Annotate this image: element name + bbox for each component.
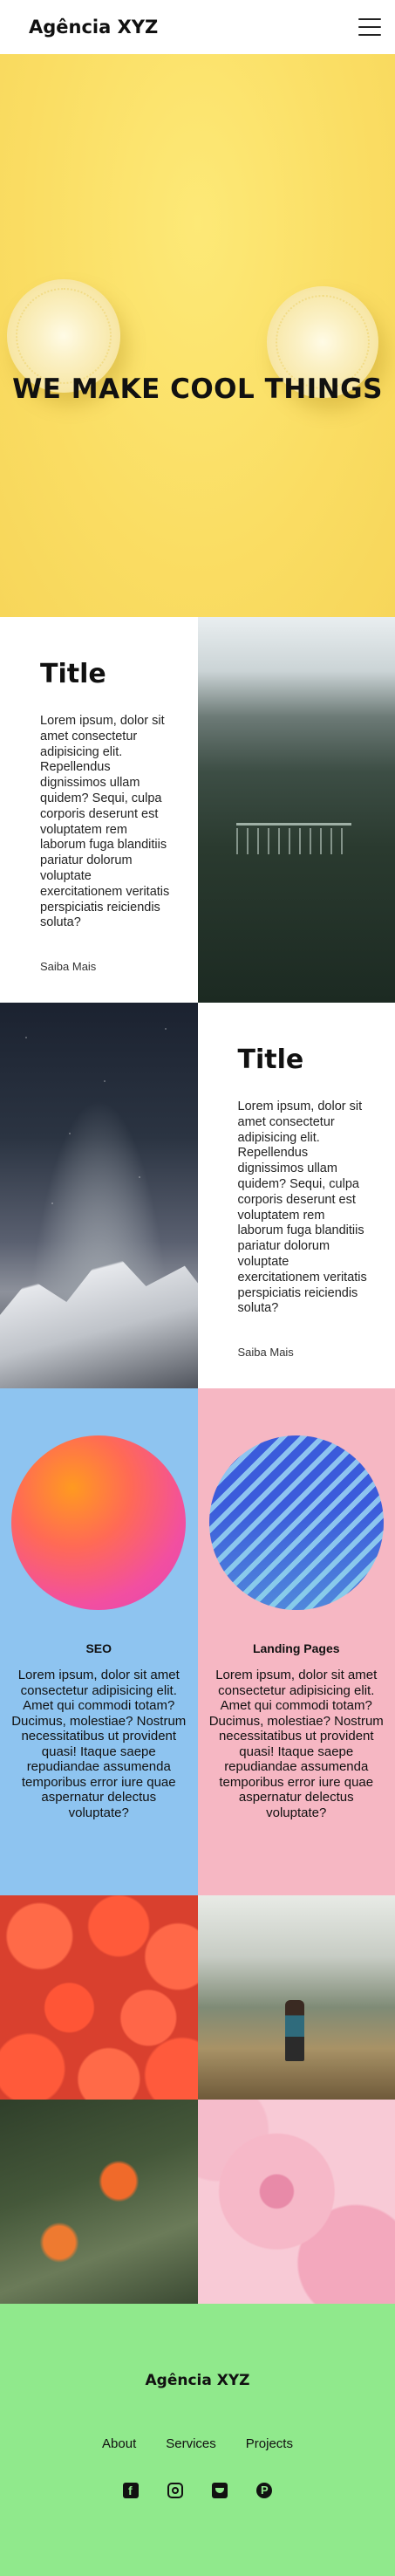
feature-row-1: Title Lorem ipsum, dolor sit amet consec…	[0, 617, 395, 1003]
feature-description: Lorem ipsum, dolor sit amet consectetur …	[238, 1100, 368, 1317]
bird-of-paradise-photo	[0, 2100, 198, 2304]
service-description: Lorem ipsum, dolor sit amet consectetur …	[10, 1668, 187, 1820]
gradient-circle-graphic	[11, 1435, 186, 1610]
read-more-link[interactable]: Saiba Mais	[238, 1346, 294, 1359]
brand-logo[interactable]: Agência XYZ	[29, 17, 158, 38]
feature-text-block: Title Lorem ipsum, dolor sit amet consec…	[0, 617, 198, 1003]
snowy-mountain-image	[0, 1003, 198, 1388]
social-links	[0, 2483, 395, 2498]
service-title: SEO	[0, 1641, 198, 1655]
feature-row-2: Title Lorem ipsum, dolor sit amet consec…	[0, 1003, 395, 1388]
services-row: SEO Lorem ipsum, dolor sit amet consecte…	[0, 1388, 395, 1895]
instagram-icon[interactable]	[167, 2483, 183, 2498]
site-header: Agência XYZ	[0, 0, 395, 54]
gallery-row-2	[0, 2100, 395, 2304]
twitter-icon[interactable]	[212, 2483, 228, 2498]
footer-link-services[interactable]: Services	[166, 2436, 216, 2451]
feature-title: Title	[40, 659, 170, 689]
footer-nav: About Services Projects	[0, 2436, 395, 2451]
pinterest-icon[interactable]	[256, 2483, 272, 2498]
facebook-icon[interactable]	[123, 2483, 139, 2498]
service-title: Landing Pages	[198, 1641, 395, 1655]
pink-flowers-photo	[198, 2100, 395, 2304]
site-footer: Agência XYZ About Services Projects	[0, 2304, 395, 2576]
feature-text-block: Title Lorem ipsum, dolor sit amet consec…	[198, 1003, 395, 1388]
menu-bar	[358, 26, 381, 28]
striped-circle-graphic	[209, 1435, 384, 1610]
hero-title: WE MAKE COOL THINGS	[0, 373, 395, 405]
gallery-row-1	[0, 1895, 395, 2100]
service-card-seo: SEO Lorem ipsum, dolor sit amet consecte…	[0, 1388, 198, 1895]
hero-section: WE MAKE COOL THINGS ↓	[0, 54, 395, 617]
bridge-shape	[236, 823, 351, 866]
service-description: Lorem ipsum, dolor sit amet consectetur …	[208, 1668, 385, 1820]
menu-bar	[358, 18, 381, 20]
menu-bar	[358, 34, 381, 36]
feature-description: Lorem ipsum, dolor sit amet consectetur …	[40, 714, 170, 931]
service-card-landing-pages: Landing Pages Lorem ipsum, dolor sit ame…	[198, 1388, 395, 1895]
hiker-mountain-photo	[198, 1895, 395, 2100]
footer-link-about[interactable]: About	[102, 2436, 136, 2451]
hamburger-menu-icon[interactable]	[358, 18, 381, 36]
hiker-figure	[285, 2000, 304, 2061]
tomatoes-photo	[0, 1895, 198, 2100]
forest-bridge-image	[198, 617, 395, 1003]
footer-brand: Agência XYZ	[0, 2304, 395, 2389]
footer-link-projects[interactable]: Projects	[246, 2436, 293, 2451]
feature-title: Title	[238, 1045, 368, 1075]
read-more-link[interactable]: Saiba Mais	[40, 960, 96, 973]
